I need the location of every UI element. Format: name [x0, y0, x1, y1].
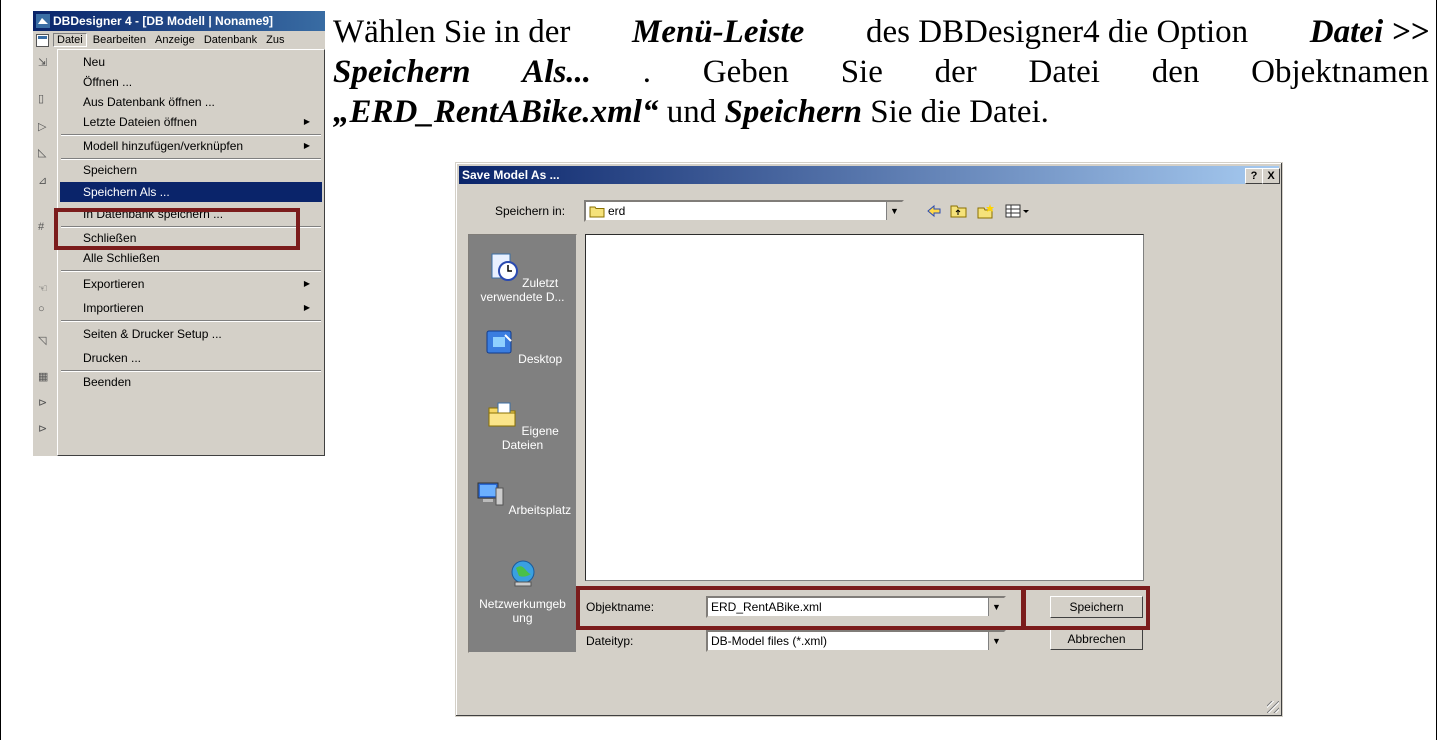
submenu-arrow-icon: ▶ — [303, 279, 310, 288]
menu-item-speichern-als[interactable]: Speichern Als ... — [60, 182, 322, 202]
submenu-arrow-icon: ▶ — [303, 141, 310, 150]
lookin-combo[interactable]: erd ▼ — [584, 200, 904, 222]
menu-item-neu[interactable]: Neu — [60, 52, 322, 72]
app-titlebar: DBDesigner 4 - [DB Modell | Noname9] — [33, 11, 325, 31]
place-netzwerk[interactable]: Netzwerkumgeb ung — [469, 558, 576, 625]
menubar-datei[interactable]: Datei — [53, 33, 87, 47]
place-desktop[interactable]: Desktop — [469, 327, 576, 366]
highlight-filename — [576, 586, 1025, 630]
desktop-icon — [486, 330, 512, 354]
app-menubar: Datei Bearbeiten Anzeige Datenbank Zus — [33, 31, 325, 50]
menu-item-letzte-dateien[interactable]: Letzte Dateien öffnen ▶ — [60, 112, 322, 132]
tool-palette: ⇲ ▯ ▷ ◺ ⊿ # ☜ ○ ◹ ▦ ⊳ ⊳ — [33, 51, 57, 456]
model-icon — [36, 34, 49, 47]
tool-icon[interactable]: ⇲ — [38, 57, 50, 69]
dropdown-arrow-icon[interactable]: ▼ — [988, 632, 1004, 650]
menubar-datenbank[interactable]: Datenbank — [201, 34, 260, 46]
tool-icon[interactable]: ⊳ — [38, 423, 50, 435]
network-globe-icon — [511, 560, 534, 587]
highlight-speichern-als — [54, 208, 300, 250]
menubar-bearbeiten[interactable]: Bearbeiten — [90, 34, 149, 46]
new-folder-icon[interactable] — [977, 204, 994, 219]
highlight-save-button — [1022, 586, 1150, 630]
place-recent[interactable]: Zuletzt verwendete D... — [469, 251, 576, 304]
save-model-dialog: Save Model As ... ? X Speichern in: erd … — [455, 162, 1283, 717]
menu-item-speichern[interactable]: Speichern — [60, 160, 322, 180]
tool-icon[interactable]: ⊿ — [38, 175, 50, 187]
menu-item-modell-hinzufuegen[interactable]: Modell hinzufügen/verknüpfen ▶ — [60, 136, 322, 156]
dialog-toolbar — [927, 204, 1029, 219]
app-icon — [36, 14, 50, 28]
view-menu-icon[interactable] — [1005, 204, 1029, 218]
menu-item-exportieren[interactable]: Exportieren ▶ — [60, 274, 322, 294]
close-button[interactable]: X — [1262, 168, 1280, 184]
tool-icon[interactable]: ☜ — [38, 283, 50, 295]
submenu-arrow-icon: ▶ — [303, 303, 310, 312]
lookin-label: Speichern in: — [495, 204, 566, 218]
tool-icon[interactable]: ⊳ — [38, 397, 50, 409]
dialog-titlebar: Save Model As ... ? X — [459, 166, 1280, 184]
up-folder-icon[interactable] — [950, 205, 967, 218]
menu-item-alle-schliessen[interactable]: Alle Schließen — [60, 248, 322, 268]
filetype-label: Dateityp: — [586, 634, 634, 648]
menu-separator — [61, 320, 321, 322]
app-title: DBDesigner 4 - [DB Modell | Noname9] — [53, 14, 274, 28]
instruction-line-3: „ERD_RentABike.xml“ und Speichern Sie di… — [333, 94, 1049, 130]
menu-item-seiten-drucker-setup[interactable]: Seiten & Drucker Setup ... — [60, 324, 322, 344]
cancel-button[interactable]: Abbrechen — [1050, 628, 1143, 650]
my-documents-icon — [488, 402, 516, 427]
instruction-line-2: Speichern Als... . Geben Sie der Datei d… — [333, 54, 1429, 90]
menu-separator — [61, 270, 321, 272]
instruction-line-1: Wählen Sie in der Menü-Leiste des DBDesi… — [333, 14, 1429, 50]
menu-item-oeffnen[interactable]: Öffnen ... — [60, 72, 322, 92]
back-arrow-icon[interactable] — [927, 204, 941, 218]
recent-documents-icon — [491, 253, 518, 281]
menu-item-beenden[interactable]: Beenden — [60, 372, 322, 392]
tool-icon[interactable]: ○ — [38, 303, 50, 315]
tool-icon[interactable]: ◹ — [38, 335, 50, 347]
help-button[interactable]: ? — [1245, 168, 1263, 184]
menu-item-aus-datenbank-oeffnen[interactable]: Aus Datenbank öffnen ... — [60, 92, 322, 112]
place-eigene-dateien[interactable]: Eigene Dateien — [469, 399, 576, 452]
menubar-zusatz[interactable]: Zus — [263, 34, 287, 46]
folder-icon — [589, 206, 605, 218]
dialog-title: Save Model As ... — [462, 168, 560, 182]
tool-icon[interactable]: ▯ — [38, 93, 50, 105]
submenu-arrow-icon: ▶ — [303, 117, 310, 126]
filetype-select[interactable]: DB-Model files (*.xml) ▼ — [706, 630, 1006, 652]
tool-icon[interactable]: ◺ — [38, 147, 50, 159]
my-computer-icon — [477, 482, 504, 506]
place-arbeitsplatz[interactable]: Arbeitsplatz — [469, 478, 576, 517]
dropdown-arrow-icon[interactable]: ▼ — [886, 202, 902, 220]
tool-icon[interactable]: ▷ — [38, 121, 50, 133]
places-bar: Zuletzt verwendete D... Desktop Eigene D… — [468, 234, 577, 653]
resize-grip[interactable] — [1267, 701, 1279, 713]
tool-icon[interactable]: ▦ — [38, 371, 50, 383]
menu-item-drucken[interactable]: Drucken ... — [60, 348, 322, 368]
file-menu: Neu Öffnen ... Aus Datenbank öffnen ... … — [57, 49, 325, 456]
tool-icon[interactable]: # — [38, 221, 50, 233]
menubar-anzeige[interactable]: Anzeige — [152, 34, 198, 46]
menu-item-importieren[interactable]: Importieren ▶ — [60, 298, 322, 318]
file-list[interactable] — [585, 234, 1144, 581]
